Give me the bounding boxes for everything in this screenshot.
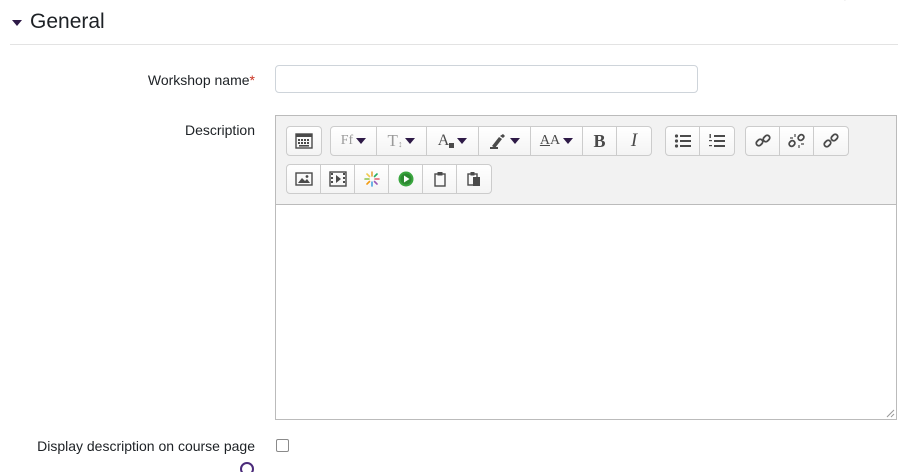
ordered-list-button[interactable]: [700, 127, 734, 155]
text-style-icon: A: [539, 133, 550, 148]
workshop-name-label: Workshop name*: [148, 72, 255, 88]
editor-toolbar: Ff T ↕ A AA B I: [276, 116, 896, 205]
bold-icon: B: [593, 130, 606, 151]
dropdown-arrow-icon: [457, 138, 468, 144]
ordered-list-icon: [709, 134, 725, 147]
toolbar-group-links: [745, 126, 849, 156]
font-size-sub-glyph: ↕: [397, 139, 403, 149]
required-mark: *: [249, 72, 255, 88]
copy-button[interactable]: [423, 165, 457, 193]
bold-button[interactable]: B: [583, 127, 617, 155]
insert-media-icon: [328, 171, 347, 187]
insert-media-button[interactable]: [321, 165, 355, 193]
workshop-name-input[interactable]: [275, 65, 698, 93]
resize-handle-icon[interactable]: [885, 408, 895, 418]
caret-down-icon: [12, 20, 22, 26]
collapse-toolbar-icon: [295, 133, 313, 149]
description-editor[interactable]: Ff T ↕ A AA B I: [275, 115, 897, 420]
italic-icon: I: [630, 130, 638, 151]
insert-image-icon: [294, 172, 313, 186]
paste-button[interactable]: [457, 165, 491, 193]
workshop-name-label-text: Workshop name: [147, 72, 250, 88]
h5p-icon: [363, 171, 380, 187]
toolbar-group-media: [286, 164, 492, 194]
font-family-icon: Ff: [340, 133, 354, 148]
dropdown-arrow-icon: [563, 138, 574, 144]
font-family-button[interactable]: Ff: [331, 127, 377, 155]
unordered-list-button[interactable]: [666, 127, 700, 155]
font-size-icon: T: [387, 131, 398, 150]
record-video-icon: [398, 171, 413, 187]
unlink-button[interactable]: [780, 127, 814, 155]
top-right-glyph: ': [844, 0, 846, 8]
toolbar-group-collapse: [286, 126, 322, 156]
text-style-button[interactable]: AA: [531, 127, 583, 155]
dropdown-arrow-icon: [356, 138, 367, 144]
collapse-toolbar-button[interactable]: [287, 127, 321, 155]
display-description-label: Display description on course page: [37, 438, 255, 454]
record-video-button[interactable]: [389, 165, 423, 193]
link-icon: [754, 134, 771, 147]
display-description-checkbox[interactable]: [276, 439, 289, 452]
description-label: Description: [184, 122, 255, 138]
background-color-icon: [490, 134, 505, 149]
insert-image-button[interactable]: [287, 165, 321, 193]
font-color-icon: A: [437, 132, 450, 149]
font-color-button[interactable]: A: [427, 127, 479, 155]
font-color-swatch: [449, 142, 455, 148]
text-style-icon-secondary: A: [550, 133, 561, 148]
section-title: General: [30, 10, 105, 33]
dropdown-arrow-icon: [510, 138, 520, 144]
h5p-button[interactable]: [355, 165, 389, 193]
unlink-icon: [787, 133, 805, 148]
anchor-link-icon: [823, 133, 839, 148]
unordered-list-icon: [674, 134, 691, 148]
help-icon[interactable]: [240, 462, 254, 472]
italic-button[interactable]: I: [617, 127, 651, 155]
editor-content-area[interactable]: [276, 205, 896, 419]
toolbar-group-lists: [665, 126, 735, 156]
dropdown-arrow-icon: [405, 138, 416, 144]
section-toggle-general[interactable]: General: [12, 10, 105, 34]
copy-icon: [433, 172, 446, 187]
font-size-button[interactable]: T ↕: [377, 127, 427, 155]
paste-icon: [467, 172, 480, 186]
toolbar-group-font: Ff T ↕ A AA B I: [330, 126, 652, 156]
background-color-button[interactable]: [479, 127, 531, 155]
link-button[interactable]: [746, 127, 780, 155]
anchor-link-button[interactable]: [814, 127, 848, 155]
section-divider: [10, 44, 898, 45]
workshop-settings-page: General ' Workshop name* Description Ff …: [0, 0, 908, 472]
